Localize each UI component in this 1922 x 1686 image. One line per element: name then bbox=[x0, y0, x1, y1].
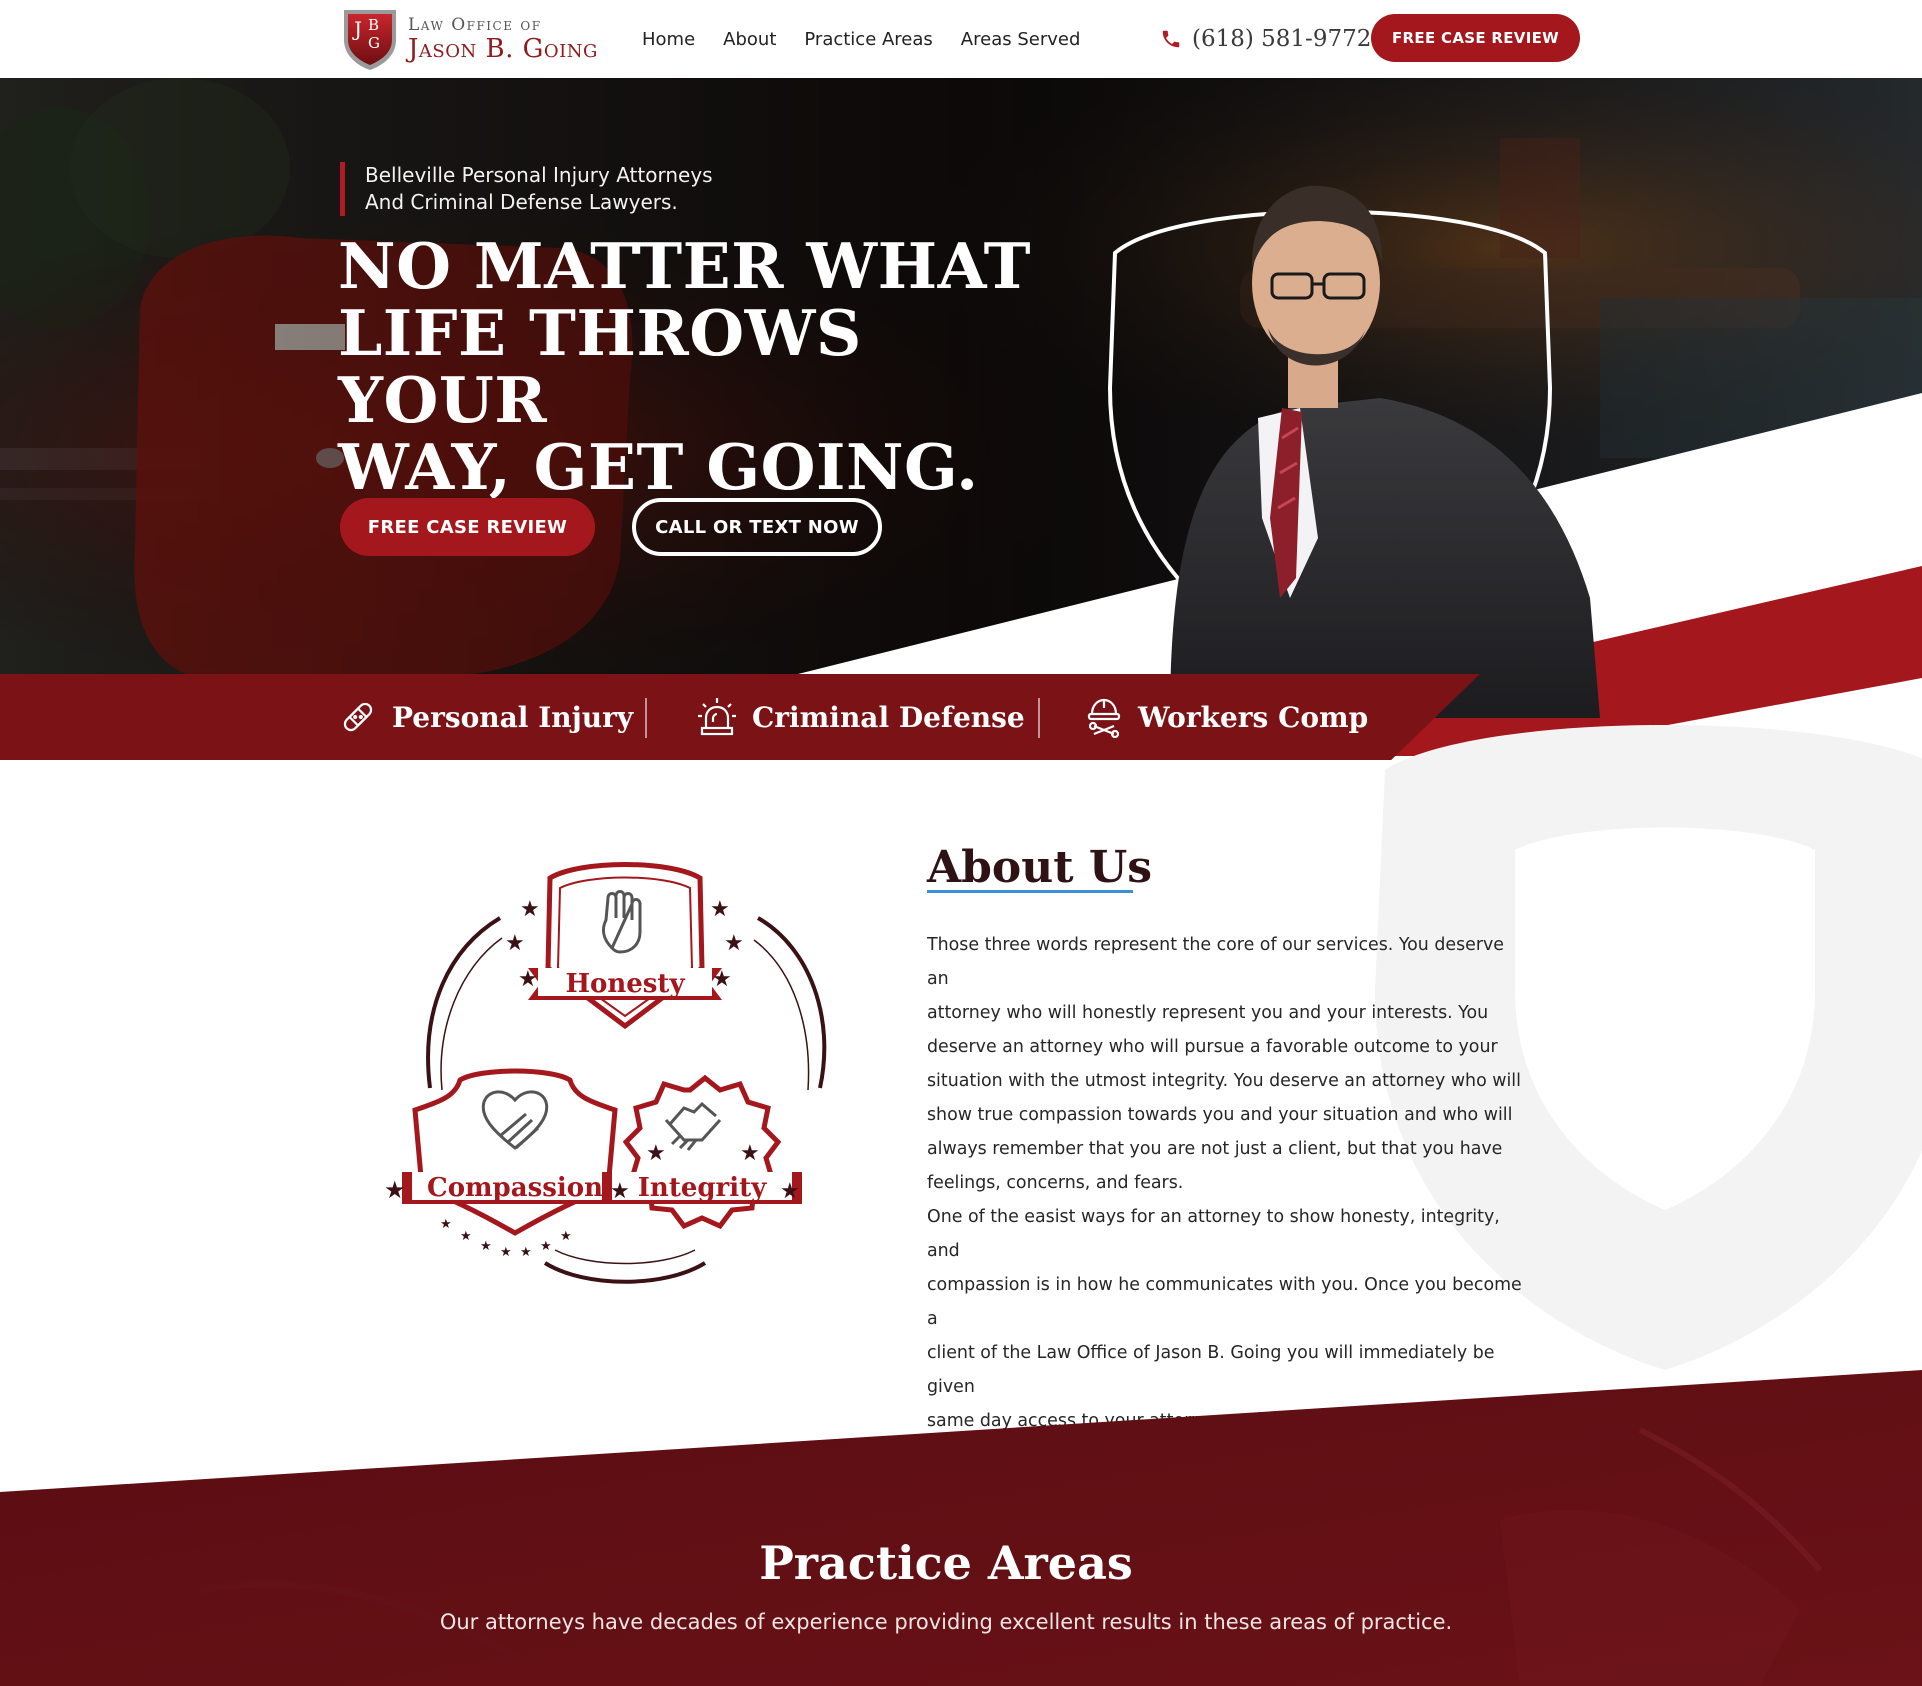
svg-text:★: ★ bbox=[780, 1179, 800, 1204]
strip-item-personal-injury[interactable]: Personal Injury bbox=[338, 674, 633, 760]
about-paragraph-1: Those three words represent the core of … bbox=[927, 928, 1527, 1200]
header-free-case-review-button[interactable]: FREE CASE REVIEW bbox=[1371, 14, 1580, 62]
hero-tagline: Belleville Personal Injury Attorneys And… bbox=[340, 162, 713, 216]
strip-item-criminal-defense[interactable]: Criminal Defense bbox=[696, 674, 1025, 760]
svg-text:★: ★ bbox=[646, 1141, 666, 1166]
hero-free-case-review-button[interactable]: FREE CASE REVIEW bbox=[340, 498, 595, 556]
logo-line-1: Law Office of bbox=[408, 14, 542, 35]
svg-text:★: ★ bbox=[440, 1217, 452, 1232]
about-p1-line: situation with the utmost integrity. You… bbox=[927, 1071, 1521, 1091]
svg-text:★: ★ bbox=[518, 967, 538, 992]
about-p1-line: attorney who will honestly represent you… bbox=[927, 1003, 1489, 1023]
hero-headline-line-3: WAY, GET GOING. bbox=[338, 430, 979, 504]
hero-call-or-text-button[interactable]: CALL OR TEXT NOW bbox=[632, 498, 882, 556]
svg-text:★: ★ bbox=[500, 1245, 512, 1260]
values-badges-graphic: Honesty ★ ★ ★ ★ ★ ★ Compassion ★ ★ ★ ★ ★… bbox=[384, 862, 827, 1284]
about-heading-underline bbox=[927, 890, 1133, 893]
about-p1-line: feelings, concerns, and fears. bbox=[927, 1173, 1184, 1193]
svg-text:★: ★ bbox=[710, 897, 730, 922]
svg-text:★: ★ bbox=[505, 931, 525, 956]
about-p2-line: One of the easist ways for an attorney t… bbox=[927, 1207, 1500, 1261]
header-phone-link[interactable]: (618) 581-9772 bbox=[1160, 22, 1371, 56]
svg-text:★: ★ bbox=[520, 897, 540, 922]
site-logo[interactable]: J B G Law Office of Jason B. Going bbox=[340, 6, 610, 72]
strip-item-workers-comp[interactable]: Workers Comp bbox=[1084, 674, 1368, 760]
about-p1-line: always remember that you are not just a … bbox=[927, 1139, 1503, 1159]
svg-text:B: B bbox=[368, 16, 379, 34]
hero-headline: NO MATTER WHAT LIFE THROWS YOUR WAY, GET… bbox=[338, 233, 1038, 501]
strip-label-criminal-defense: Criminal Defense bbox=[752, 700, 1025, 734]
logo-line-2: Jason B. Going bbox=[408, 33, 598, 64]
phone-number: (618) 581-9772 bbox=[1192, 26, 1372, 52]
practice-background bbox=[0, 1370, 1922, 1686]
about-heading: About Us bbox=[927, 842, 1153, 893]
shield-logo-icon: J B G bbox=[344, 10, 396, 70]
hero-tagline-line-1: Belleville Personal Injury Attorneys bbox=[365, 163, 713, 187]
svg-text:★: ★ bbox=[540, 1239, 552, 1254]
practice-areas-heading: Practice Areas bbox=[759, 1536, 1133, 1590]
strip-label-workers-comp: Workers Comp bbox=[1138, 700, 1369, 734]
nav-home[interactable]: Home bbox=[642, 29, 695, 50]
nav-about[interactable]: About bbox=[723, 29, 776, 50]
about-p1-line: Those three words represent the core of … bbox=[927, 935, 1504, 989]
siren-icon bbox=[698, 698, 736, 736]
phone-icon bbox=[1162, 30, 1180, 48]
bandage-icon bbox=[343, 702, 373, 732]
hardhat-icon bbox=[1087, 698, 1121, 738]
nav-practice-areas[interactable]: Practice Areas bbox=[804, 29, 932, 50]
about-p1-line: deserve an attorney who will pursue a fa… bbox=[927, 1037, 1498, 1057]
strip-label-personal-injury: Personal Injury bbox=[392, 700, 634, 734]
strip-divider bbox=[1038, 698, 1040, 738]
practice-strip: Personal Injury Criminal Defense Workers… bbox=[0, 674, 1480, 760]
practice-areas-section: Practice Areas Our attorneys have decade… bbox=[0, 1370, 1922, 1686]
badge-label-compassion: Compassion bbox=[427, 1173, 603, 1203]
strip-divider bbox=[645, 698, 647, 738]
practice-areas-subtitle: Our attorneys have decades of experience… bbox=[439, 1610, 1453, 1634]
svg-text:★: ★ bbox=[520, 1245, 532, 1260]
svg-text:J: J bbox=[352, 17, 362, 41]
hero-headline-line-1: NO MATTER WHAT bbox=[338, 229, 1031, 303]
svg-text:★: ★ bbox=[560, 1229, 572, 1244]
svg-text:★: ★ bbox=[740, 1141, 760, 1166]
svg-text:★: ★ bbox=[384, 1176, 406, 1204]
hero-section: Belleville Personal Injury Attorneys And… bbox=[0, 78, 1922, 756]
badge-label-honesty: Honesty bbox=[565, 969, 685, 999]
logo-wordmark: Law Office of Jason B. Going bbox=[408, 14, 598, 64]
main-nav: Home About Practice Areas Areas Served bbox=[642, 0, 1080, 78]
badge-label-integrity: Integrity bbox=[638, 1173, 767, 1203]
svg-text:★: ★ bbox=[610, 1179, 630, 1204]
site-header: J B G Law Office of Jason B. Going Home … bbox=[0, 0, 1922, 78]
about-p2-line: compassion is in how he communicates wit… bbox=[927, 1275, 1522, 1329]
svg-text:★: ★ bbox=[724, 931, 744, 956]
svg-text:★: ★ bbox=[480, 1239, 492, 1254]
nav-areas-served[interactable]: Areas Served bbox=[961, 29, 1081, 50]
svg-text:G: G bbox=[368, 34, 380, 52]
svg-text:★: ★ bbox=[460, 1229, 472, 1244]
hero-tagline-line-2: And Criminal Defense Lawyers. bbox=[365, 190, 678, 214]
svg-text:★: ★ bbox=[712, 967, 732, 992]
hero-headline-line-2: LIFE THROWS YOUR bbox=[338, 296, 862, 437]
about-p1-line: show true compassion towards you and you… bbox=[927, 1105, 1513, 1125]
